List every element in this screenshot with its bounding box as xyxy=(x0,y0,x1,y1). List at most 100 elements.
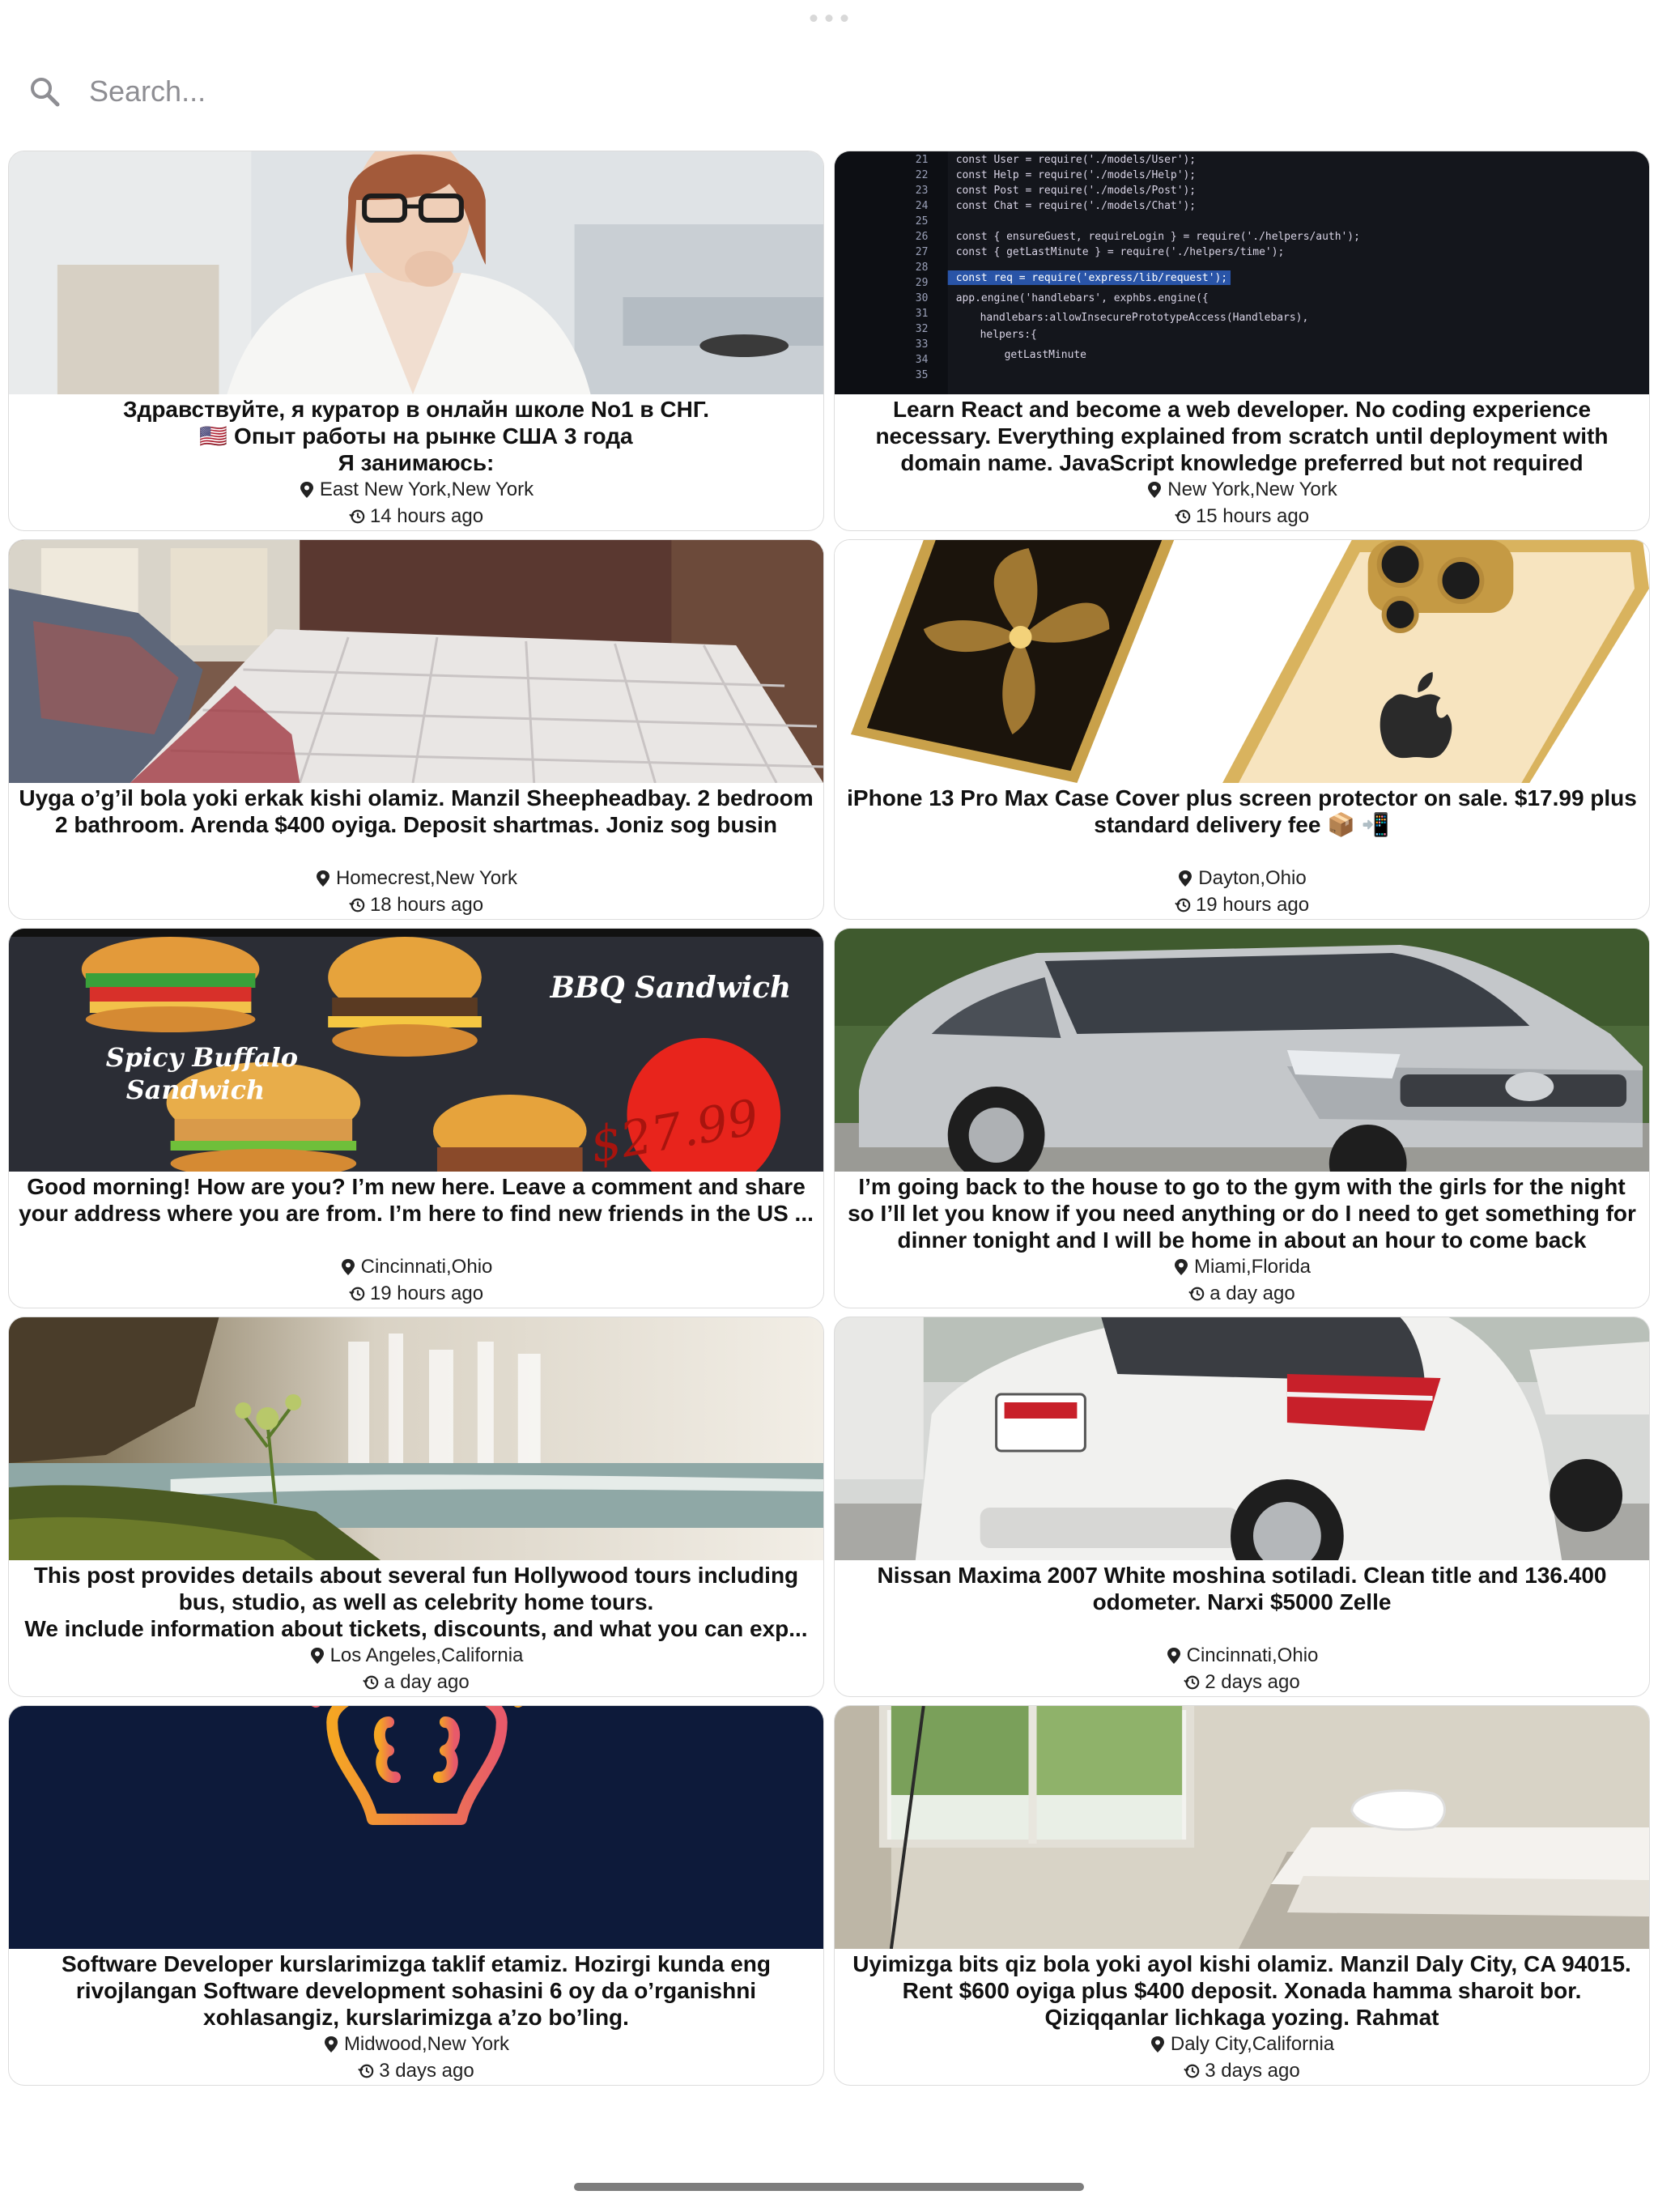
post-location: Homecrest,New York xyxy=(315,865,517,891)
svg-text:27: 27 xyxy=(916,246,929,258)
menu-text: Sandwich xyxy=(126,1074,266,1105)
code-line: handlebars:allowInsecurePrototypeAccess(… xyxy=(980,312,1309,324)
post-title: Здравствуйте, я куратор в онлайн школе N… xyxy=(123,397,709,475)
post-title: iPhone 13 Pro Max Case Cover plus screen… xyxy=(847,785,1637,837)
location-pin-icon xyxy=(1167,1647,1180,1664)
post-location: New York,New York xyxy=(1146,476,1337,503)
svg-text:24: 24 xyxy=(916,200,929,212)
post-grid: Здравствуйте, я куратор в онлайн школе N… xyxy=(8,151,1650,2086)
post-image-woman-portrait[interactable] xyxy=(9,151,823,394)
search-bar[interactable] xyxy=(24,63,1634,120)
location-pin-icon xyxy=(1150,2035,1164,2052)
code-line: getLastMinute xyxy=(1005,349,1087,361)
post-time: 19 hours ago xyxy=(1175,891,1309,918)
location-pin-icon xyxy=(300,481,313,498)
location-pin-icon xyxy=(310,1647,324,1664)
svg-text:34: 34 xyxy=(916,354,929,366)
history-clock-icon xyxy=(349,898,365,912)
post-time: 18 hours ago xyxy=(349,891,483,918)
location-pin-icon xyxy=(1179,870,1192,887)
post-card[interactable]: Uyga o’g’il bola yoki erkak kishi olamiz… xyxy=(8,539,824,920)
history-clock-icon xyxy=(1175,898,1191,912)
post-location: Los Angeles,California xyxy=(309,1642,523,1669)
code-line: const Chat = require('./models/Chat'); xyxy=(956,200,1196,212)
post-card[interactable]: Здравствуйте, я куратор в онлайн школе N… xyxy=(8,151,824,531)
post-card[interactable]: Software Developer kurslarimizga taklif … xyxy=(8,1705,824,2086)
post-time: a day ago xyxy=(363,1669,470,1695)
post-image-empty-room[interactable] xyxy=(835,1706,1649,1949)
search-input[interactable] xyxy=(87,74,1305,109)
post-card[interactable]: This post provides details about several… xyxy=(8,1317,824,1697)
post-time: a day ago xyxy=(1188,1280,1295,1307)
post-card[interactable]: I’m going back to the house to go to the… xyxy=(834,928,1650,1308)
svg-text:32: 32 xyxy=(916,323,929,335)
post-location: Dayton,Ohio xyxy=(1177,865,1307,891)
code-line: const Help = require('./models/Help'); xyxy=(956,169,1196,181)
post-image-phone-case[interactable] xyxy=(835,540,1649,783)
svg-text:22: 22 xyxy=(916,169,929,181)
post-title: Software Developer kurslarimizga taklif … xyxy=(61,1951,771,2030)
post-location: East New York,New York xyxy=(299,476,534,503)
code-line: app.engine('handlebars', exphbs.engine({ xyxy=(956,292,1209,304)
post-location: Miami,Florida xyxy=(1173,1253,1311,1280)
svg-text:21: 21 xyxy=(916,154,929,166)
post-image-code-screen[interactable]: 21 22 23 24 25 26 27 28 29 30 31 32 33 34 35 const … xyxy=(835,151,1649,394)
location-pin-icon xyxy=(316,870,329,887)
post-card[interactable]: iPhone 13 Pro Max Case Cover plus screen… xyxy=(834,539,1650,920)
post-title: Good morning! How are you? I’m new here.… xyxy=(19,1174,814,1226)
post-title: Learn React and become a web developer. … xyxy=(875,397,1609,475)
post-image-white-car[interactable] xyxy=(835,1317,1649,1560)
post-time: 15 hours ago xyxy=(1175,503,1309,530)
post-image-bedroom-mattress[interactable] xyxy=(9,540,823,783)
svg-text:25: 25 xyxy=(916,215,929,228)
post-card[interactable]: Uyimizga bits qiz bola yoki ayol kishi o… xyxy=(834,1705,1650,2086)
post-location: Cincinnati,Ohio xyxy=(340,1253,492,1280)
post-card[interactable]: Nissan Maxima 2007 White moshina sotilad… xyxy=(834,1317,1650,1697)
post-time: 3 days ago xyxy=(1184,2057,1300,2084)
code-line: const { ensureGuest, requireLogin } = re… xyxy=(956,231,1360,243)
svg-text:31: 31 xyxy=(916,308,929,320)
svg-text:33: 33 xyxy=(916,338,929,351)
post-location: Midwood,New York xyxy=(323,2031,509,2057)
post-location: Cincinnati,Ohio xyxy=(1166,1642,1318,1669)
home-indicator[interactable] xyxy=(574,2183,1084,2191)
menu-text: Spicy Buffalo xyxy=(106,1042,298,1073)
post-card[interactable]: 21 22 23 24 25 26 27 28 29 30 31 32 33 34 35 const … xyxy=(834,151,1650,531)
post-time: 2 days ago xyxy=(1184,1669,1300,1695)
post-image-lightbulb-logo[interactable] xyxy=(9,1706,823,1949)
history-clock-icon xyxy=(1184,1675,1200,1689)
code-line: const { getLastMinute } = require('./hel… xyxy=(956,246,1285,258)
post-time: 14 hours ago xyxy=(349,503,483,530)
post-title: This post provides details about several… xyxy=(24,1563,808,1641)
history-clock-icon xyxy=(1184,2064,1200,2078)
code-line: helpers:{ xyxy=(980,329,1037,341)
code-line: const req = require('express/lib/request… xyxy=(956,272,1227,284)
search-icon xyxy=(24,71,65,112)
post-title: I’m going back to the house to go to the… xyxy=(848,1174,1636,1253)
multitasking-dots[interactable] xyxy=(810,15,848,22)
location-pin-icon xyxy=(341,1258,355,1275)
svg-text:30: 30 xyxy=(916,292,929,304)
svg-text:28: 28 xyxy=(916,262,929,274)
post-image-silver-car[interactable] xyxy=(835,929,1649,1172)
history-clock-icon xyxy=(1188,1287,1205,1300)
svg-text:29: 29 xyxy=(916,277,929,289)
post-title: Uyimizga bits qiz bola yoki ayol kishi o… xyxy=(852,1951,1631,2030)
post-image-waterfall[interactable] xyxy=(9,1317,823,1560)
post-card[interactable]: BBQ Sandwich Spicy Buffalo Sandwich $27.… xyxy=(8,928,824,1308)
history-clock-icon xyxy=(1175,509,1191,523)
post-time: 3 days ago xyxy=(358,2057,474,2084)
history-clock-icon xyxy=(363,1675,379,1689)
menu-text: BBQ Sandwich xyxy=(550,971,792,1005)
location-pin-icon xyxy=(1174,1258,1188,1275)
history-clock-icon xyxy=(349,509,365,523)
svg-text:23: 23 xyxy=(916,185,929,197)
history-clock-icon xyxy=(358,2064,374,2078)
post-time: 19 hours ago xyxy=(349,1280,483,1307)
location-pin-icon xyxy=(324,2035,338,2052)
location-pin-icon xyxy=(1148,481,1162,498)
post-image-sandwich-menu[interactable]: BBQ Sandwich Spicy Buffalo Sandwich $27.… xyxy=(9,929,823,1172)
code-line: const User = require('./models/User'); xyxy=(956,154,1196,166)
svg-text:26: 26 xyxy=(916,231,929,243)
code-line: const Post = require('./models/Post'); xyxy=(956,185,1196,197)
